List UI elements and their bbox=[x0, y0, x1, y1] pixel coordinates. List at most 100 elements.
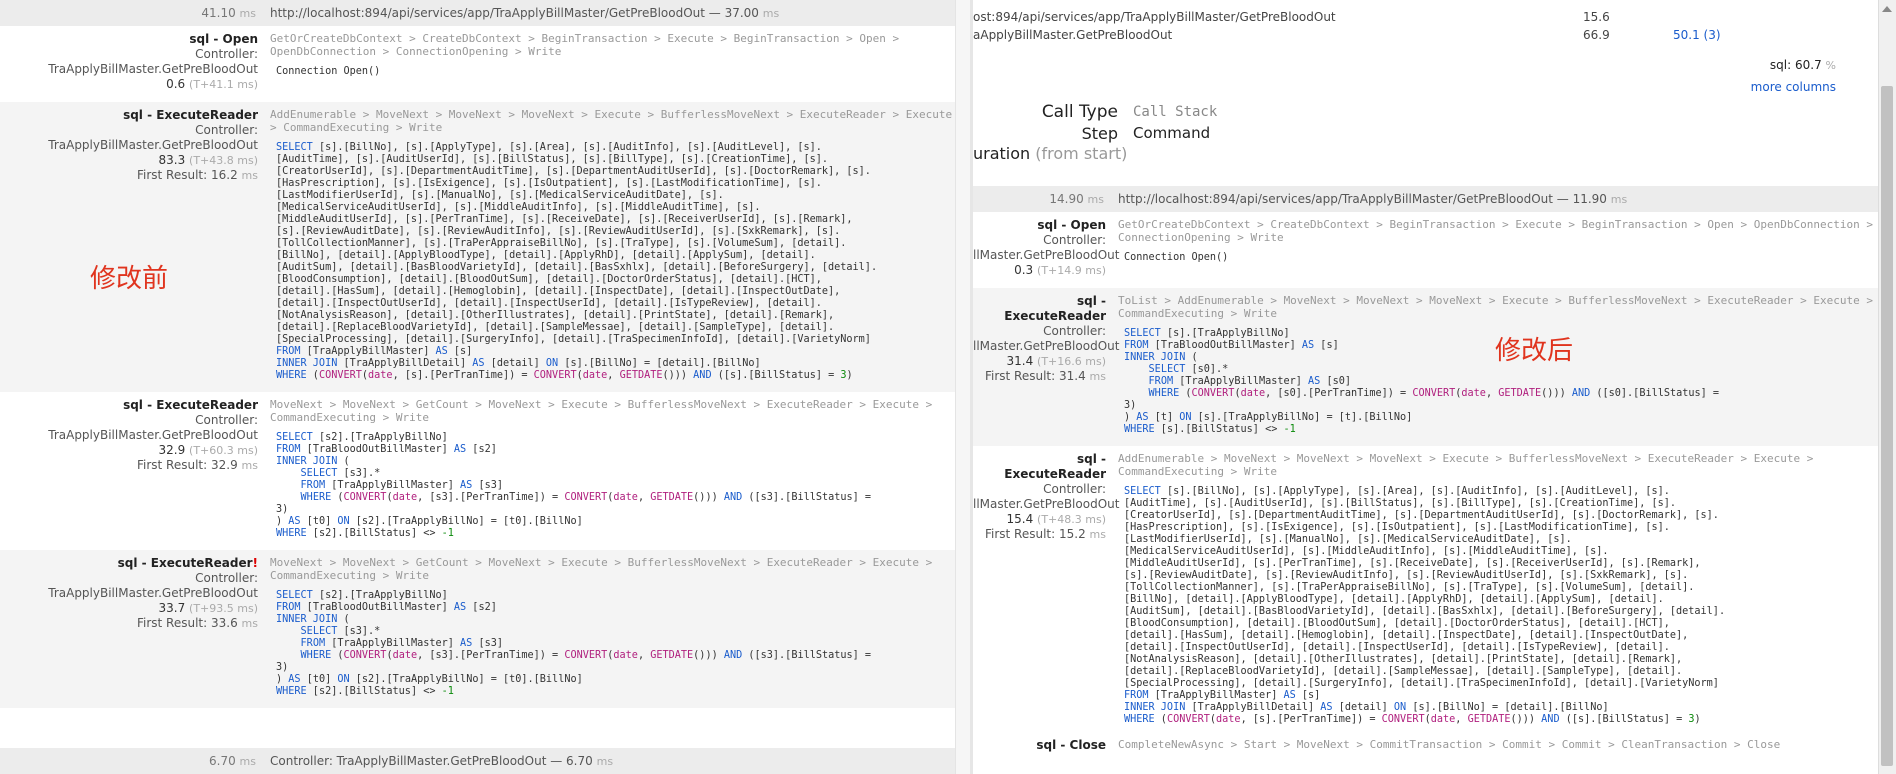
entry-body: AddEnumerable > MoveNext > MoveNext > Mo… bbox=[1118, 452, 1896, 726]
footer-controller: Controller: TraApplyBillMaster.GetPreBlo… bbox=[270, 754, 614, 768]
entry-timing: 15.4 (T+48.3 ms) bbox=[1006, 512, 1106, 526]
timing-entry: sql - ExecuteReader! Controller: TraApplyB… bbox=[0, 550, 970, 708]
entry-meta: sql - Open Controller: llMaster.GetPreBloo… bbox=[973, 218, 1119, 278]
first-result: First Result: 16.2 ms bbox=[136, 168, 258, 182]
entry-timing: 31.4 (T+16.6 ms) bbox=[1006, 354, 1106, 368]
right-timing-entries: sql - Open Controller: llMaster.GetPreBloo… bbox=[973, 212, 1896, 736]
call-type-label: Call Type bbox=[1041, 102, 1118, 122]
right-profiler-panel: ost:894/api/services/app/TraApplyBillMas… bbox=[970, 0, 1896, 774]
controller-label: Controller: bbox=[1043, 482, 1106, 496]
controller-name: TraApplyBillMaster.GetPreBloodOut bbox=[48, 62, 258, 76]
entry-timing: 0.3 (T+14.9 ms) bbox=[1014, 263, 1106, 277]
step-label: Step bbox=[1081, 124, 1118, 143]
summary-controller: aApplyBillMaster.GetPreBloodOut bbox=[973, 28, 1173, 42]
sql-command[interactable]: SELECT [s].[BillNo], [s].[ApplyType], [s… bbox=[1118, 486, 1886, 726]
first-result: First Result: 32.9 ms bbox=[136, 458, 258, 472]
entry-meta: sql - ExecuteReader Controller: llMaster.G… bbox=[973, 452, 1120, 726]
summary-value-2: 66.9 bbox=[1583, 28, 1610, 42]
controller-name: llMaster.GetPreBloodOut bbox=[973, 497, 1120, 511]
sql-command[interactable]: Connection Open() bbox=[270, 66, 960, 78]
call-stack[interactable]: GetOrCreateDbContext > CreateDbContext >… bbox=[270, 32, 960, 58]
vertical-scrollbar[interactable] bbox=[1878, 0, 1896, 774]
controller-footer-row[interactable]: 6.70 ms Controller: TraApplyBillMaster.G… bbox=[0, 748, 955, 774]
entry-meta: sql - ExecuteReader Controller: TraApplyBi… bbox=[0, 398, 270, 540]
controller-label: Controller: bbox=[1043, 324, 1106, 338]
duration-label: uration (from start) bbox=[973, 144, 1128, 163]
controller-label: Controller: bbox=[195, 47, 258, 61]
summary-partial: ost:894/api/services/app/TraApplyBillMas… bbox=[973, 0, 1896, 94]
sql-percent: sql: 60.7 % bbox=[1769, 58, 1836, 72]
annotation-before: 修改前 bbox=[90, 264, 169, 294]
sql-command[interactable]: SELECT [s2].[TraApplyBillNo] FROM [TraBl… bbox=[270, 432, 960, 540]
entry-meta: sql - ExecuteReader! Controller: TraApplyB… bbox=[0, 556, 270, 698]
request-header-row[interactable]: 41.10 ms http://localhost:894/api/servic… bbox=[0, 0, 970, 26]
sql-command[interactable]: SELECT [s2].[TraApplyBillNo] FROM [TraBl… bbox=[270, 590, 960, 698]
left-profiler-panel: 41.10 ms http://localhost:894/api/servic… bbox=[0, 0, 970, 774]
call-stack[interactable]: MoveNext > MoveNext > GetCount > MoveNex… bbox=[270, 556, 960, 582]
request-url-after[interactable]: http://localhost:894/api/services/app/Tr… bbox=[1118, 192, 1627, 206]
controller-label: Controller: bbox=[195, 571, 258, 585]
entry-type: sql - Open bbox=[189, 32, 258, 46]
entry-body: GetOrCreateDbContext > CreateDbContext >… bbox=[1118, 218, 1896, 278]
panel-divider bbox=[955, 0, 970, 774]
timing-entry: sql - ExecuteReader Controller: llMaster.G… bbox=[973, 288, 1896, 446]
footer-duration: 6.70 ms bbox=[209, 754, 256, 768]
entry-timing: 32.9 (T+60.3 ms) bbox=[158, 443, 258, 457]
controller-name: TraApplyBillMaster.GetPreBloodOut bbox=[48, 428, 258, 442]
entry-body: MoveNext > MoveNext > GetCount > MoveNex… bbox=[270, 398, 970, 540]
entry-timing: 0.6 (T+41.1 ms) bbox=[166, 77, 258, 91]
scroll-thumb[interactable] bbox=[1881, 86, 1893, 766]
controller-label: Controller: bbox=[195, 413, 258, 427]
more-columns-link[interactable]: more columns bbox=[1751, 80, 1836, 94]
entry-body: MoveNext > MoveNext > GetCount > MoveNex… bbox=[270, 556, 970, 698]
first-result: First Result: 31.4 ms bbox=[984, 369, 1106, 383]
entry-timing: 33.7 (T+93.5 ms) bbox=[158, 601, 258, 615]
sql-close-partial: sql - Close CompleteNewAsync > Start > M… bbox=[1036, 738, 1781, 752]
request-url[interactable]: http://localhost:894/api/services/app/Tr… bbox=[270, 6, 779, 20]
entry-type: sql - ExecuteReader bbox=[123, 108, 258, 122]
summary-sql-link[interactable]: 50.1 (3) bbox=[1673, 28, 1721, 42]
call-stack[interactable]: MoveNext > MoveNext > GetCount > MoveNex… bbox=[270, 398, 960, 424]
call-stack[interactable]: GetOrCreateDbContext > CreateDbContext >… bbox=[1118, 218, 1886, 244]
timing-entry: sql - Open Controller: TraApplyBillMaster.… bbox=[0, 26, 970, 102]
controller-name: TraApplyBillMaster.GetPreBloodOut bbox=[48, 586, 258, 600]
call-stack[interactable]: AddEnumerable > MoveNext > MoveNext > Mo… bbox=[270, 108, 960, 134]
controller-label: Controller: bbox=[1043, 233, 1106, 247]
summary-url[interactable]: ost:894/api/services/app/TraApplyBillMas… bbox=[973, 10, 1336, 24]
entry-type: sql - ExecuteReader bbox=[1004, 294, 1106, 323]
call-stack[interactable]: ToList > AddEnumerable > MoveNext > Move… bbox=[1118, 294, 1886, 320]
timing-entry: sql - Open Controller: llMaster.GetPreBloo… bbox=[973, 212, 1896, 288]
scroll-up-arrow-icon[interactable] bbox=[1882, 6, 1892, 12]
entry-type: sql - ExecuteReader bbox=[123, 398, 258, 412]
timing-entry: sql - ExecuteReader Controller: llMaster.G… bbox=[973, 446, 1896, 736]
left-timing-entries: sql - Open Controller: TraApplyBillMaster.… bbox=[0, 26, 970, 708]
entry-meta: sql - ExecuteReader Controller: TraApplyBi… bbox=[0, 108, 270, 382]
controller-name: llMaster.GetPreBloodOut bbox=[973, 339, 1120, 353]
entry-type: sql - ExecuteReader bbox=[1004, 452, 1106, 481]
entry-meta: sql - Open Controller: TraApplyBillMaster.… bbox=[0, 32, 270, 92]
annotation-after: 修改后 bbox=[1495, 336, 1574, 366]
call-stack-label: Call Stack bbox=[1133, 104, 1218, 120]
entry-meta: sql - ExecuteReader Controller: llMaster.G… bbox=[973, 294, 1120, 436]
entry-type: sql - ExecuteReader bbox=[117, 556, 253, 570]
call-type-legend: Call Type Call Stack Step Command uratio… bbox=[973, 102, 1896, 182]
sql-command[interactable]: Connection Open() bbox=[1118, 252, 1886, 264]
entry-timing: 83.3 (T+43.8 ms) bbox=[158, 153, 258, 167]
request-duration: 41.10 ms bbox=[201, 6, 256, 20]
timing-entry: sql - ExecuteReader Controller: TraApplyBi… bbox=[0, 392, 970, 550]
request-duration-after: 14.90 ms bbox=[1049, 192, 1104, 206]
controller-name: TraApplyBillMaster.GetPreBloodOut bbox=[48, 138, 258, 152]
controller-label: Controller: bbox=[195, 123, 258, 137]
warning-flag: ! bbox=[252, 556, 258, 570]
entry-body: AddEnumerable > MoveNext > MoveNext > Mo… bbox=[270, 108, 970, 382]
request-header-row-after[interactable]: 14.90 ms http://localhost:894/api/servic… bbox=[973, 186, 1896, 212]
first-result: First Result: 15.2 ms bbox=[984, 527, 1106, 541]
sql-command[interactable]: SELECT [s].[BillNo], [s].[ApplyType], [s… bbox=[270, 142, 960, 382]
timing-entry: sql - ExecuteReader Controller: TraApplyBi… bbox=[0, 102, 970, 392]
summary-value-1: 15.6 bbox=[1583, 10, 1610, 24]
entry-type: sql - Open bbox=[1037, 218, 1106, 232]
entry-body: GetOrCreateDbContext > CreateDbContext >… bbox=[270, 32, 970, 92]
first-result: First Result: 33.6 ms bbox=[136, 616, 258, 630]
command-label: Command bbox=[1133, 124, 1211, 142]
call-stack[interactable]: AddEnumerable > MoveNext > MoveNext > Mo… bbox=[1118, 452, 1886, 478]
